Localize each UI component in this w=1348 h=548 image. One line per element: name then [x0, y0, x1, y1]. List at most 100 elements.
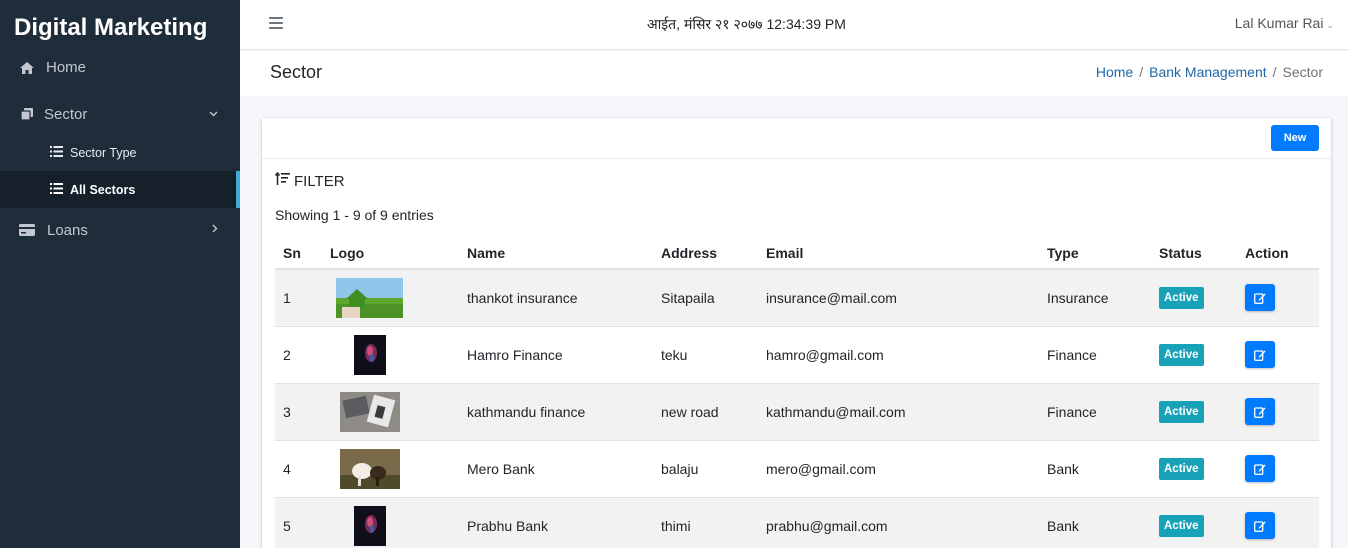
topbar: आईत, मंसिर २१ २०७७ 12:34:39 PM Lal Kumar… [240, 0, 1348, 50]
breadcrumb-current: Sector [1282, 64, 1323, 80]
content-header: Sector Home / Bank Management / Sector [240, 51, 1348, 96]
table-row: 2 Hamro Finance teku hamro@gmail.com Fin… [275, 325, 1319, 383]
cell-email: kathmandu@mail.com [758, 382, 1039, 440]
col-header-address: Address [653, 237, 758, 270]
sidebar-item-sector-type[interactable]: Sector Type [0, 134, 240, 171]
brand-title[interactable]: Digital Marketing [0, 0, 240, 56]
breadcrumb: Home / Bank Management / Sector [1096, 64, 1323, 80]
cell-address: thimi [653, 496, 758, 548]
cell-name: Prabhu Bank [459, 496, 653, 548]
sector-logo-image [354, 334, 386, 375]
table-row: 1 thankot insurance Sitapaila insurance@… [275, 268, 1319, 326]
status-badge: Active [1159, 286, 1204, 309]
sidebar-item-label: Sector [44, 105, 88, 123]
filter-toggle[interactable]: FILTER [274, 171, 345, 190]
datetime-display: आईत, मंसिर २१ २०७७ 12:34:39 PM [647, 16, 846, 32]
edit-icon [1254, 463, 1266, 475]
chevron-down-icon [209, 108, 218, 120]
edit-icon [1254, 349, 1266, 361]
status-badge: Active [1159, 514, 1204, 537]
cell-name: thankot insurance [459, 268, 653, 326]
sector-table: Sn Logo Name Address Email Type Status A… [275, 237, 1319, 548]
credit-card-icon [19, 222, 35, 238]
cell-email: hamro@gmail.com [758, 325, 1039, 383]
cell-address: teku [653, 325, 758, 383]
status-badge: Active [1159, 400, 1204, 423]
sidebar-item-label: Home [46, 59, 87, 76]
col-header-logo: Logo [322, 237, 459, 270]
sector-card: New FILTER Showing 1 - 9 of 9 entries Sn… [262, 118, 1331, 548]
sector-logo-image [354, 505, 386, 546]
status-badge: Active [1159, 457, 1204, 480]
cell-sn: 1 [275, 268, 322, 326]
cell-sn: 3 [275, 382, 322, 440]
sector-logo-image [336, 277, 403, 318]
cell-sn: 4 [275, 439, 322, 497]
cell-type: Bank [1039, 439, 1151, 497]
home-icon [19, 60, 35, 76]
table-row: 3 kathmandu finance new road kathmandu@m… [275, 382, 1319, 440]
col-header-type: Type [1039, 237, 1151, 270]
sidebar: Digital Marketing Home Sector Sector Typ… [0, 0, 240, 548]
page-title: Sector [270, 62, 323, 82]
cell-sn: 5 [275, 496, 322, 548]
cell-type: Insurance [1039, 268, 1151, 326]
edit-icon [1254, 521, 1266, 532]
edit-button[interactable] [1245, 455, 1275, 482]
sidebar-item-label: Loans [47, 221, 88, 239]
edit-icon [1254, 293, 1266, 304]
breadcrumb-home[interactable]: Home [1096, 64, 1133, 80]
card-header: New [262, 118, 1331, 159]
cell-email: mero@gmail.com [758, 439, 1039, 497]
cell-address: balaju [653, 439, 758, 497]
cell-sn: 2 [275, 325, 322, 383]
copy-icon [19, 106, 35, 122]
cell-name: Mero Bank [459, 439, 653, 497]
cell-email: insurance@mail.com [758, 268, 1039, 326]
col-header-sn: Sn [275, 237, 322, 270]
sort-filter-icon [274, 171, 291, 190]
cell-address: new road [653, 382, 758, 440]
cell-name: kathmandu finance [459, 382, 653, 440]
status-badge: Active [1159, 343, 1204, 366]
edit-button[interactable] [1245, 284, 1275, 312]
menu-toggle-icon[interactable] [269, 16, 283, 30]
chevron-right-icon [212, 224, 218, 236]
list-icon [50, 145, 63, 160]
table-row: 4 Mero Bank balaju mero@gmail.com Bank A… [275, 439, 1319, 497]
user-name: Lal Kumar Rai [1234, 15, 1324, 31]
cell-type: Bank [1039, 496, 1151, 548]
sidebar-item-loans[interactable]: Loans [0, 210, 240, 250]
sector-logo-image [340, 448, 400, 489]
col-header-name: Name [459, 237, 653, 270]
sidebar-item-home[interactable]: Home [0, 55, 240, 80]
filter-label: FILTER [294, 172, 345, 190]
cell-address: Sitapaila [653, 268, 758, 326]
list-icon [50, 182, 63, 197]
sidebar-item-label: Sector Type [70, 145, 137, 160]
sector-logo-image [340, 391, 400, 432]
edit-button[interactable] [1245, 341, 1275, 368]
breadcrumb-separator: / [1139, 64, 1144, 80]
col-header-action: Action [1237, 237, 1319, 270]
cell-email: prabhu@gmail.com [758, 496, 1039, 548]
cell-name: Hamro Finance [459, 325, 653, 383]
edit-button[interactable] [1245, 398, 1275, 425]
cell-type: Finance [1039, 325, 1151, 383]
entries-info: Showing 1 - 9 of 9 entries [275, 207, 434, 223]
chevron-down-icon: ⌄ [1326, 20, 1334, 30]
breadcrumb-separator: / [1272, 64, 1277, 80]
sidebar-item-label: All Sectors [70, 182, 136, 197]
sidebar-item-all-sectors[interactable]: All Sectors [0, 171, 240, 208]
edit-button[interactable] [1245, 512, 1275, 540]
new-button[interactable]: New [1271, 125, 1319, 151]
col-header-email: Email [758, 237, 1039, 270]
edit-icon [1254, 406, 1266, 418]
table-row: 5 Prabhu Bank thimi prabhu@gmail.com Ban… [275, 496, 1319, 548]
table-header-row: Sn Logo Name Address Email Type Status A… [275, 237, 1319, 270]
sidebar-item-sector[interactable]: Sector [0, 94, 240, 134]
col-header-status: Status [1151, 237, 1237, 270]
cell-type: Finance [1039, 382, 1151, 440]
breadcrumb-bank-management[interactable]: Bank Management [1149, 64, 1267, 80]
user-menu[interactable]: Lal Kumar Rai ⌄ [1235, 15, 1334, 31]
